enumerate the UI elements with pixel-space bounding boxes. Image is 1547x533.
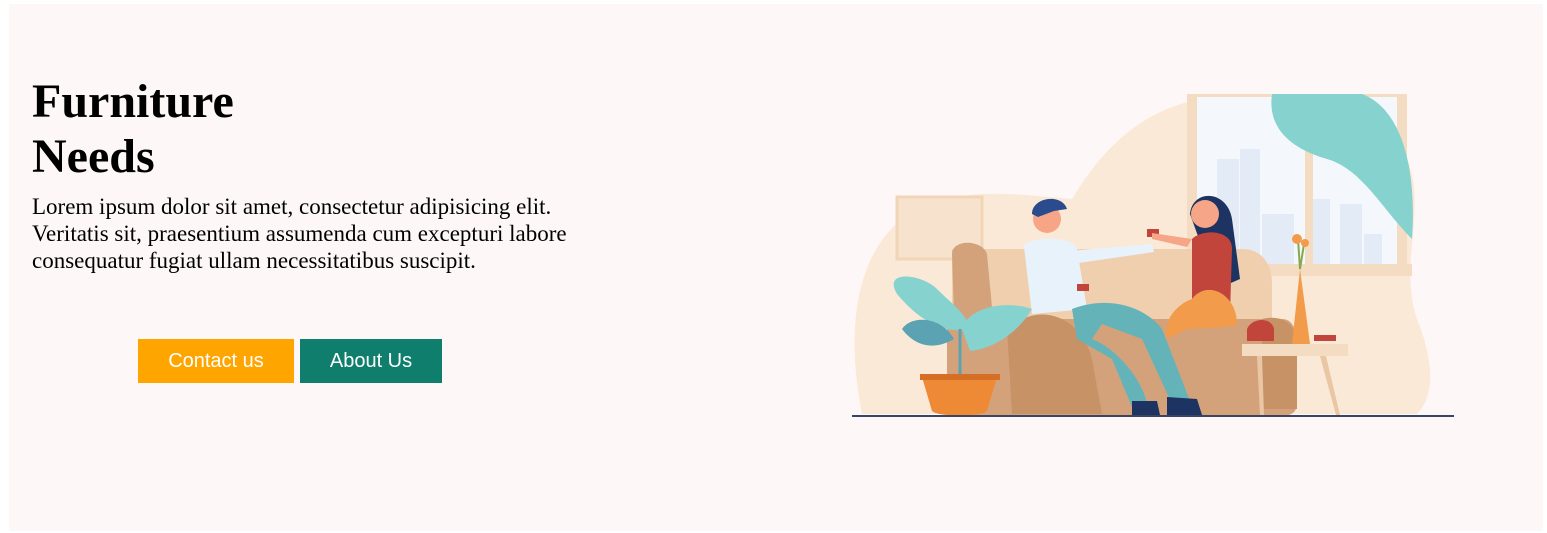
- side-table-top: [1242, 344, 1348, 356]
- description-line: consequatur fugiat ullam necessitatibus …: [32, 248, 476, 273]
- about-us-button[interactable]: About Us: [300, 339, 442, 383]
- snack-plate: [1314, 335, 1336, 341]
- flower: [1292, 234, 1302, 244]
- title-line-1: Furniture: [32, 75, 234, 128]
- description-line: Veritatis sit, praesentium assumenda cum…: [32, 221, 567, 246]
- title-line-2: Needs: [32, 130, 155, 183]
- hero-section: Furniture Needs Lorem ipsum dolor sit am…: [9, 4, 1543, 531]
- hero-description: Lorem ipsum dolor sit amet, consectetur …: [32, 193, 612, 274]
- man-cup: [1077, 284, 1089, 291]
- woman-head: [1191, 200, 1219, 228]
- plant-pot: [922, 377, 997, 416]
- contact-us-button[interactable]: Contact us: [138, 339, 294, 383]
- page-title: Furniture Needs: [32, 74, 234, 184]
- flower: [1301, 239, 1309, 247]
- description-line: Lorem ipsum dolor sit amet, consectetur …: [32, 194, 552, 219]
- couple-on-sofa-illustration: [852, 94, 1454, 417]
- plant-pot-rim: [920, 374, 1000, 380]
